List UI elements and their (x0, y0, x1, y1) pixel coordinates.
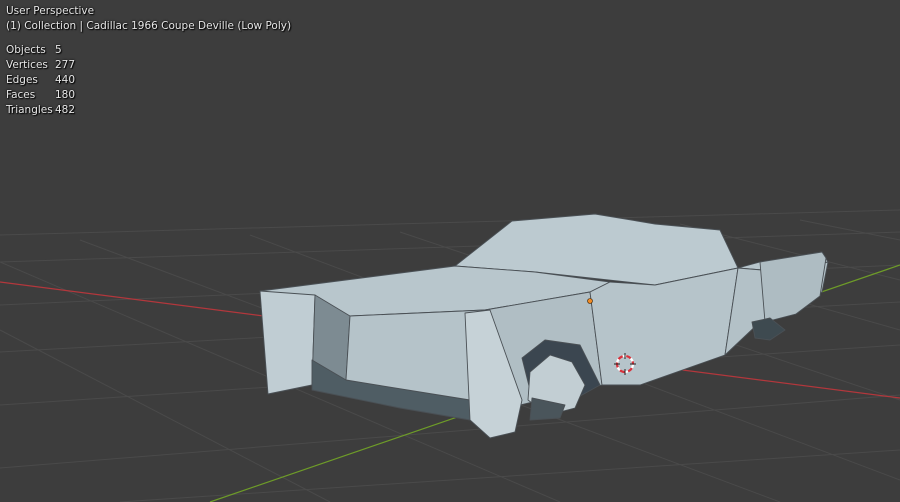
stat-row-vertices: Vertices 277 (6, 58, 75, 73)
scene-statistics: Objects 5 Vertices 277 Edges 440 Faces 1… (6, 43, 75, 118)
stat-row-triangles: Triangles 482 (6, 103, 75, 118)
3d-viewport[interactable]: User Perspective (1) Collection | Cadill… (0, 0, 900, 502)
stat-label: Vertices (6, 59, 48, 71)
stat-row-edges: Edges 440 (6, 73, 75, 88)
stat-value: 180 (55, 89, 76, 101)
car-front-left (259, 290, 316, 395)
stat-label: Edges (6, 74, 38, 86)
stat-value: 482 (55, 104, 76, 116)
object-origin-icon[interactable] (587, 298, 593, 304)
view-name-label: User Perspective (6, 5, 95, 17)
stat-value: 5 (55, 44, 62, 56)
stat-label: Objects (6, 44, 46, 56)
stat-value: 440 (55, 74, 76, 86)
car-door (589, 267, 739, 386)
stat-value: 277 (55, 59, 76, 71)
stat-label: Faces (6, 89, 36, 101)
collection-info-label: (1) Collection | Cadillac 1966 Coupe Dev… (6, 20, 292, 32)
stat-label: Triangles (6, 104, 53, 116)
car-rear-fin (759, 251, 827, 323)
car-rear-wheel (751, 317, 786, 341)
scene-canvas[interactable] (0, 0, 900, 502)
car-model[interactable] (259, 213, 829, 439)
stat-row-objects: Objects 5 (6, 43, 75, 58)
stat-row-faces: Faces 180 (6, 88, 75, 103)
